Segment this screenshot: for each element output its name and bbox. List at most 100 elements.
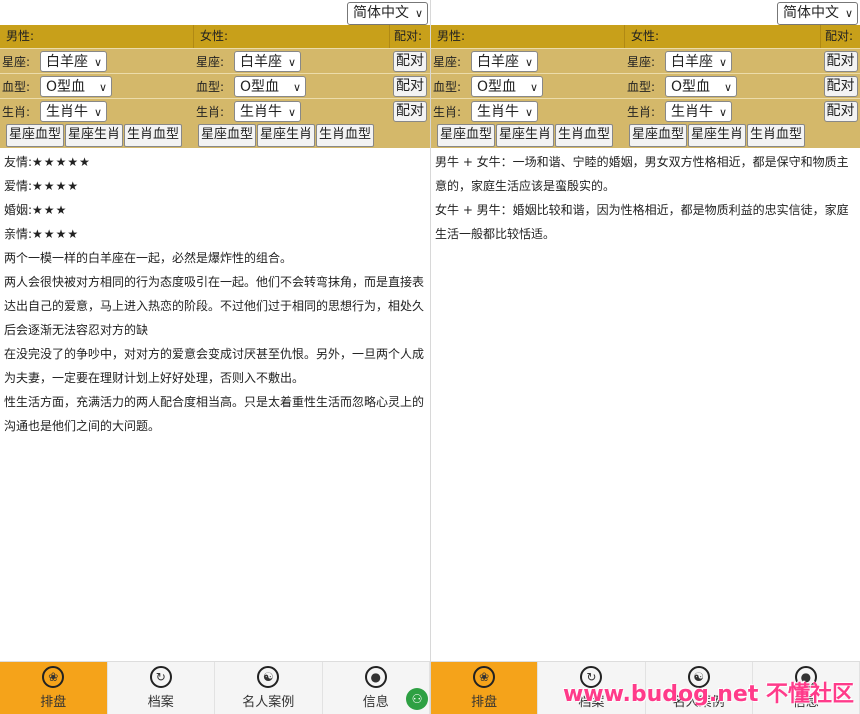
group-button-row: 星座血型 星座生肖 生肖血型 星座血型 星座生肖 生肖血型 <box>0 123 430 148</box>
flower-icon: ❀ <box>42 666 65 688</box>
tab-paipan[interactable]: ❀ 排盘 <box>0 662 108 714</box>
animal-row: 生肖: 生肖牛 ∨ 生肖: 生肖牛 ∨ 配对 <box>0 98 430 123</box>
rating-love: 爱情:★★★★ <box>4 179 80 193</box>
language-value: 简体中文 <box>783 5 839 21</box>
animal-label: 生肖: <box>196 104 225 119</box>
tab-archive[interactable]: ↻ 档案 <box>108 662 215 714</box>
right-pane: 简体中文 ∨ 男性: 女性: 配对: 星座: 白羊座 ∨ 星座: 白羊座 ∨ 配对 血型:… <box>431 0 860 714</box>
rating-friendship: 友情:★★★★★ <box>4 155 91 169</box>
zodiac-label: 星座: <box>627 54 656 69</box>
flower-icon: ❀ <box>473 666 496 688</box>
chevron-down-icon: ∨ <box>718 105 727 119</box>
chevron-down-icon: ∨ <box>844 7 853 20</box>
user-icon: ● <box>364 666 387 688</box>
female-zodiac-select[interactable]: 白羊座 ∨ <box>665 50 732 72</box>
rating-marriage: 婚姻:★★★ <box>4 203 68 217</box>
chevron-down-icon: ∨ <box>98 80 107 94</box>
zodiac-row: 星座: 白羊座 ∨ 星座: 白羊座 ∨ 配对 <box>0 48 430 73</box>
zodiac-blood-button[interactable]: 星座血型 <box>437 124 496 147</box>
female-animal-select[interactable]: 生肖牛 ∨ <box>234 100 301 122</box>
pair-blood-button[interactable]: 配对 <box>823 75 858 97</box>
animal-label: 生肖: <box>2 104 31 119</box>
zodiac-animal-button[interactable]: 星座生肖 <box>496 124 555 147</box>
male-animal-select[interactable]: 生肖牛 ∨ <box>40 100 107 122</box>
chevron-down-icon: ∨ <box>287 55 296 69</box>
chevron-down-icon: ∨ <box>287 105 296 119</box>
chevron-down-icon: ∨ <box>292 80 301 94</box>
blood-label: 血型: <box>196 79 225 94</box>
result-text: 男牛 + 女牛：一场和谐、宁睦的婚姻，男女双方性格相近，都是保守和物质主意的，家… <box>431 148 860 248</box>
form-header: 男性: 女性: 配对: <box>431 25 860 48</box>
tab-celebrity[interactable]: ☯ 名人案例 <box>215 662 323 714</box>
female-zodiac-select[interactable]: 白羊座 ∨ <box>234 50 301 72</box>
form-header: 男性: 女性: 配对: <box>0 25 430 48</box>
pair-zodiac-button[interactable]: 配对 <box>393 50 427 72</box>
blood-label: 血型: <box>627 79 656 94</box>
chevron-down-icon: ∨ <box>414 7 423 20</box>
language-select[interactable]: 简体中文 ∨ <box>777 2 858 25</box>
result-text: 友情:★★★★★ 爱情:★★★★ 婚姻:★★★ 亲情:★★★★ 两个一模一样的白… <box>0 148 430 440</box>
top-bar: 简体中文 ∨ <box>431 0 860 25</box>
female-animal-select[interactable]: 生肖牛 ∨ <box>665 100 732 122</box>
male-zodiac-select[interactable]: 白羊座 ∨ <box>40 50 107 72</box>
zodiac-animal-button[interactable]: 星座生肖 <box>257 124 316 147</box>
result-paragraph: 两人会很快被对方相同的行为态度吸引在一起。他们不会转弯抹角，而是直接表达出自己的… <box>4 275 425 337</box>
male-blood-select[interactable]: O型血 ∨ <box>40 75 112 97</box>
result-paragraph: 两个一模一样的白羊座在一起，必然是爆炸性的组合。 <box>4 251 293 265</box>
blood-row: 血型: O型血 ∨ 血型: O型血 ∨ 配对 <box>431 73 860 98</box>
yin-yang-icon: ☯ <box>257 666 280 688</box>
result-paragraph: 性生活方面，充满活力的两人配合度相当高。只是太着重性生活而忽略心灵上的沟通也是他… <box>4 395 425 433</box>
pair-animal-button[interactable]: 配对 <box>393 100 427 122</box>
animal-blood-button[interactable]: 生肖血型 <box>555 124 614 147</box>
language-select[interactable]: 简体中文 ∨ <box>347 2 428 25</box>
match-form: 男性: 女性: 配对: 星座: 白羊座 ∨ 星座: 白羊座 ∨ 配对 血型: O型血 ∨ 血… <box>431 25 860 148</box>
result-paragraph: 女牛 + 男牛：婚姻比较和谐，因为性格相近，都是物质利益的忠实信徒，家庭生活一般… <box>435 203 849 241</box>
pair-header: 配对: <box>394 29 423 43</box>
animal-label: 生肖: <box>627 104 656 119</box>
bottom-tab-bar: ❀ 排盘 ↻ 档案 ☯ 名人案例 ● 信息 <box>0 661 430 714</box>
zodiac-blood-button[interactable]: 星座血型 <box>629 124 688 147</box>
rating-family: 亲情:★★★★ <box>4 227 80 241</box>
chevron-down-icon: ∨ <box>723 80 732 94</box>
result-paragraph: 男牛 + 女牛：一场和谐、宁睦的婚姻，男女双方性格相近，都是保守和物质主意的，家… <box>435 155 849 193</box>
language-value: 简体中文 <box>353 5 409 21</box>
chevron-down-icon: ∨ <box>529 80 538 94</box>
female-blood-select[interactable]: O型血 ∨ <box>665 75 737 97</box>
match-form: 男性: 女性: 配对: 星座: 白羊座 ∨ 星座: 白羊座 ∨ 配对 血型: O型血 ∨ 血… <box>0 25 430 148</box>
animal-label: 生肖: <box>433 104 462 119</box>
chevron-down-icon: ∨ <box>93 105 102 119</box>
chevron-down-icon: ∨ <box>524 55 533 69</box>
male-blood-select[interactable]: O型血 ∨ <box>471 75 543 97</box>
zodiac-row: 星座: 白羊座 ∨ 星座: 白羊座 ∨ 配对 <box>431 48 860 73</box>
animal-blood-button[interactable]: 生肖血型 <box>124 124 183 147</box>
zodiac-animal-button[interactable]: 星座生肖 <box>65 124 124 147</box>
group-button-row: 星座血型 星座生肖 生肖血型 星座血型 星座生肖 生肖血型 <box>431 123 860 148</box>
male-header: 男性: <box>431 25 625 48</box>
zodiac-animal-button[interactable]: 星座生肖 <box>688 124 747 147</box>
pair-animal-button[interactable]: 配对 <box>823 100 858 122</box>
chevron-down-icon: ∨ <box>718 55 727 69</box>
female-header: 女性: <box>625 25 821 48</box>
pair-blood-button[interactable]: 配对 <box>393 75 427 97</box>
male-animal-select[interactable]: 生肖牛 ∨ <box>471 100 538 122</box>
zodiac-label: 星座: <box>196 54 225 69</box>
pair-zodiac-button[interactable]: 配对 <box>823 50 858 72</box>
blood-label: 血型: <box>2 79 31 94</box>
clock-icon: ↻ <box>149 666 172 688</box>
female-header: 女性: <box>194 25 390 48</box>
blood-row: 血型: O型血 ∨ 血型: O型血 ∨ 配对 <box>0 73 430 98</box>
male-zodiac-select[interactable]: 白羊座 ∨ <box>471 50 538 72</box>
zodiac-blood-button[interactable]: 星座血型 <box>6 124 65 147</box>
chevron-down-icon: ∨ <box>524 105 533 119</box>
chevron-down-icon: ∨ <box>93 55 102 69</box>
tab-paipan[interactable]: ❀ 排盘 <box>431 662 539 714</box>
female-blood-select[interactable]: O型血 ∨ <box>234 75 306 97</box>
animal-blood-button[interactable]: 生肖血型 <box>747 124 806 147</box>
animal-blood-button[interactable]: 生肖血型 <box>316 124 375 147</box>
left-pane: 简体中文 ∨ 男性: 女性: 配对: 星座: 白羊座 ∨ 星座: 白羊座 ∨ 配对 血型:… <box>0 0 430 714</box>
pair-header: 配对: <box>825 29 854 43</box>
watermark: www.budog.net 不懂社区 <box>562 682 854 707</box>
green-badge-icon: ⚇ <box>406 688 428 710</box>
zodiac-blood-button[interactable]: 星座血型 <box>198 124 257 147</box>
zodiac-label: 星座: <box>433 54 462 69</box>
